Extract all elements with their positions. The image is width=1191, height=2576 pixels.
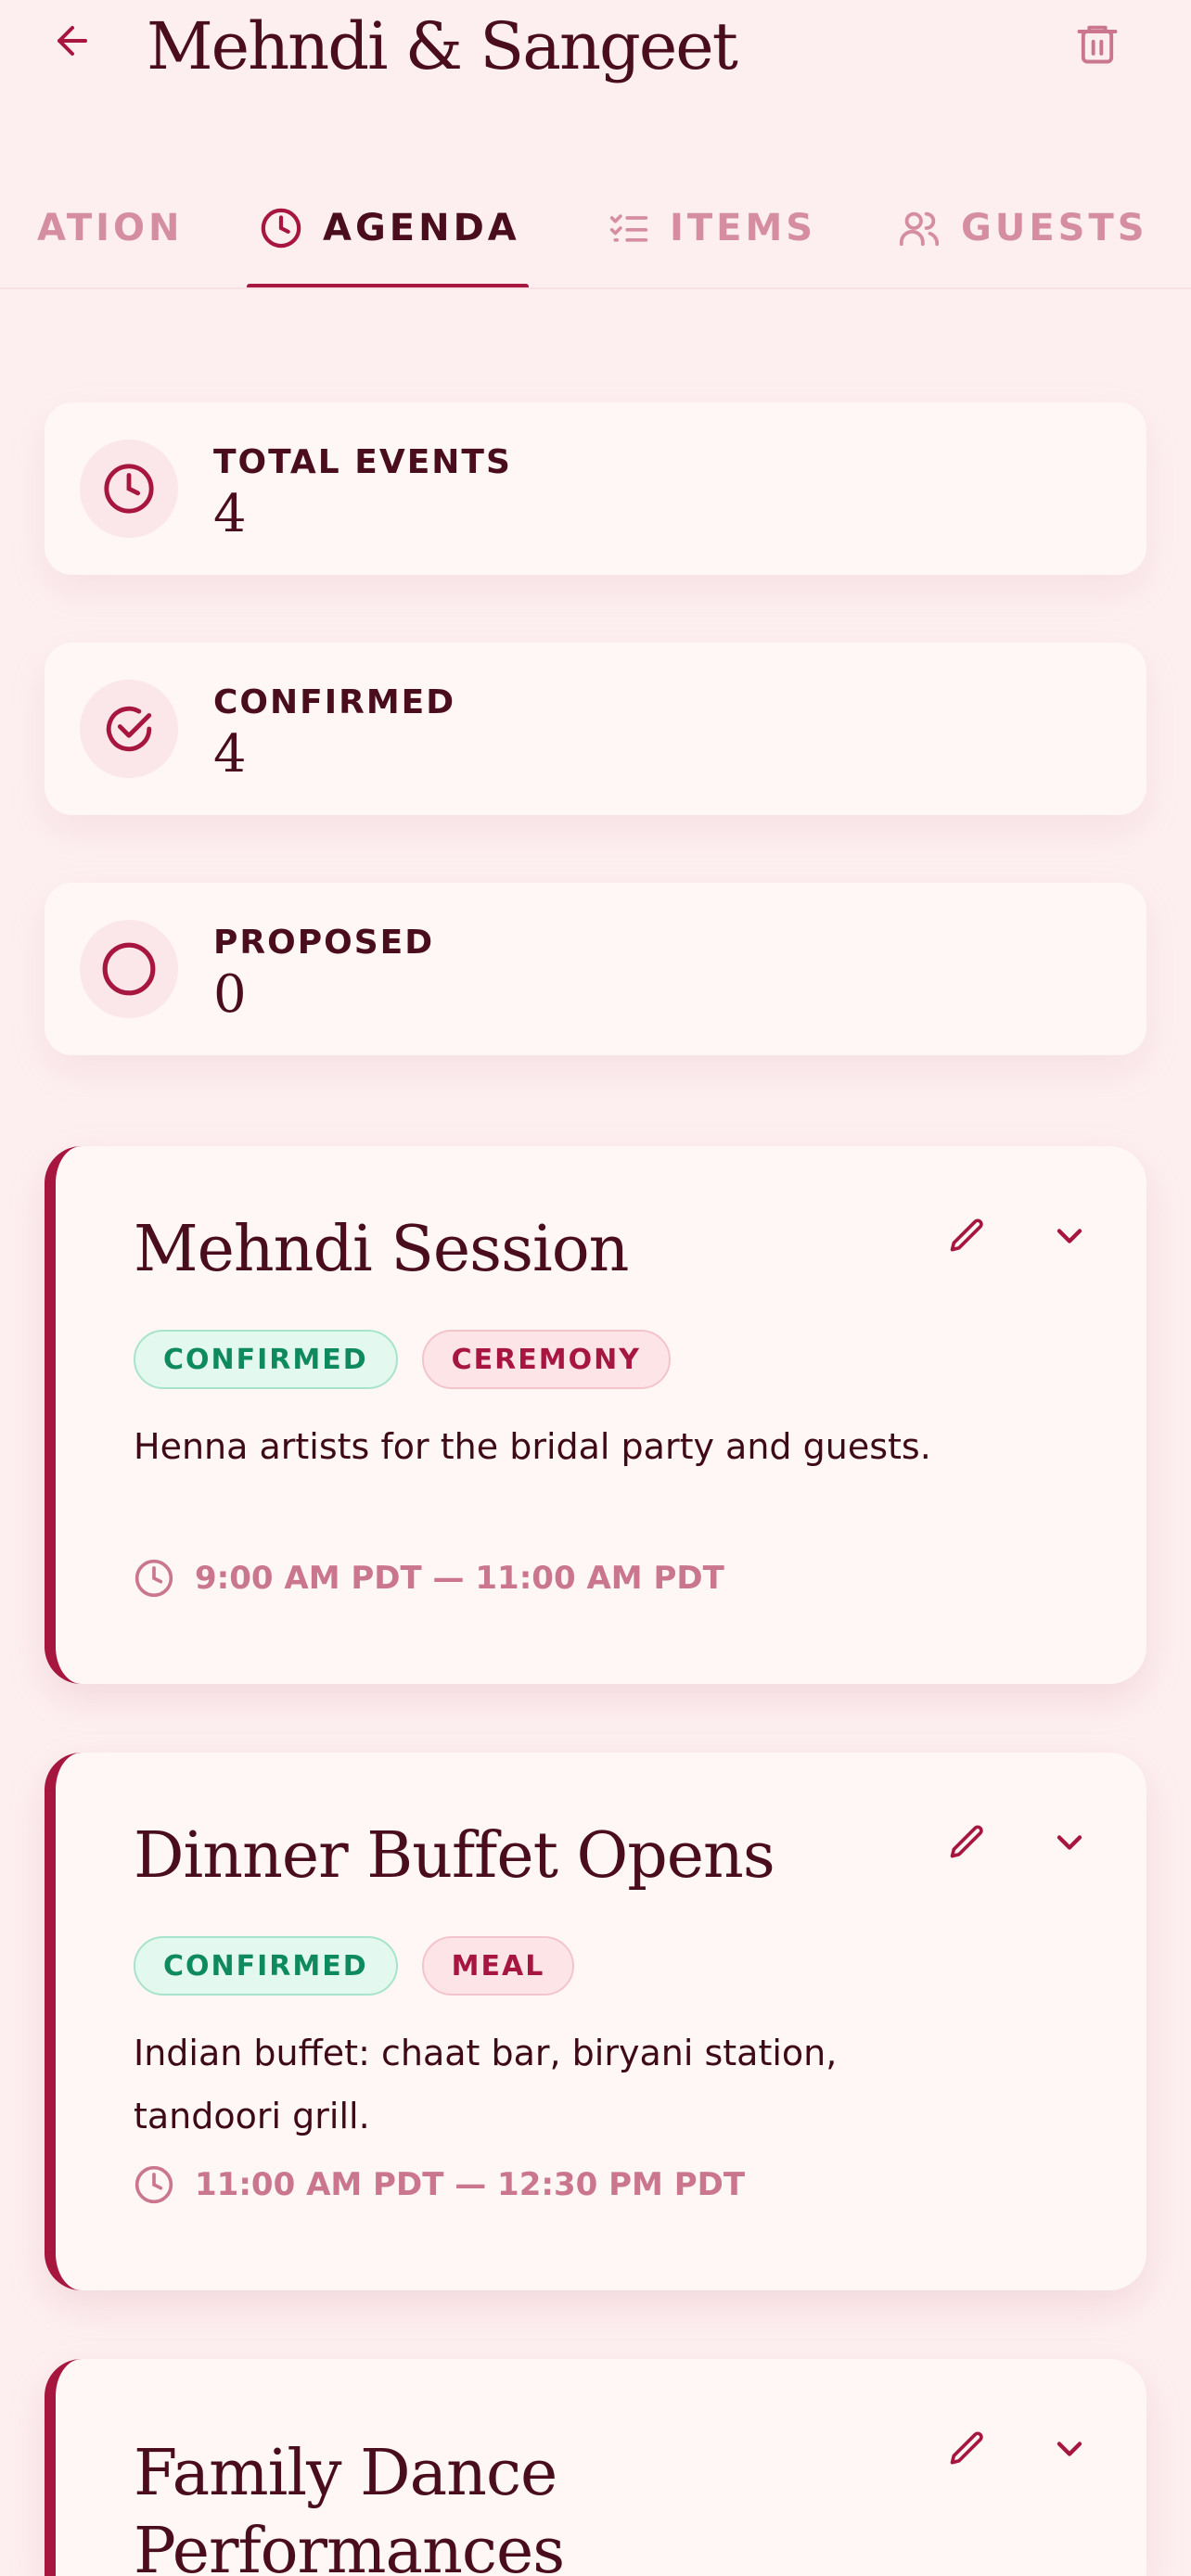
stat-value: 4: [213, 484, 247, 544]
users-icon: [899, 211, 940, 247]
event-card[interactable]: Dinner Buffet Opens CONFIRMED MEAL India…: [45, 1753, 1146, 2290]
tab-label: AGENDA: [323, 207, 520, 249]
trash-icon: [1077, 25, 1118, 64]
tab-label: ATION: [37, 207, 184, 249]
event-time-text: 9:00 AM PDT — 11:00 AM PDT: [195, 1560, 724, 1597]
expand-button[interactable]: [1037, 2417, 1102, 2481]
checklist-icon: [609, 214, 648, 242]
clock-icon: [104, 464, 154, 514]
event-title: Mehndi Session: [134, 1213, 629, 1286]
event-title: Family Dance Performances: [134, 2437, 565, 2576]
clock-icon: [261, 208, 301, 249]
arrow-left-icon: [58, 26, 87, 56]
tab-guests[interactable]: GUESTS: [898, 167, 1148, 287]
expand-button[interactable]: [1037, 1204, 1102, 1269]
tab-information[interactable]: ATION: [37, 167, 184, 287]
check-circle-icon: [106, 706, 152, 752]
event-title: Dinner Buffet Opens: [134, 1819, 775, 1893]
tab-bar: ATION AGENDA ITEMS GUESTS: [0, 167, 1191, 289]
pencil-icon: [950, 2431, 983, 2465]
event-badges: CONFIRMED MEAL: [134, 1936, 575, 1996]
status-badge: CONFIRMED: [134, 1936, 398, 1996]
event-time: 9:00 AM PDT — 11:00 AM PDT: [134, 1558, 724, 1599]
edit-button[interactable]: [935, 2417, 1000, 2481]
expand-button[interactable]: [1037, 1810, 1102, 1875]
event-time-text: 11:00 AM PDT — 12:30 PM PDT: [195, 2166, 746, 2203]
page-title: Mehndi & Sangeet: [147, 8, 738, 84]
clock-icon: [134, 2165, 173, 2204]
back-button[interactable]: [45, 13, 100, 69]
edit-button[interactable]: [935, 1204, 1000, 1269]
event-badges: CONFIRMED CEREMONY: [134, 1330, 671, 1389]
chevron-down-icon: [1057, 1229, 1082, 1243]
pencil-icon: [950, 1825, 983, 1858]
event-card[interactable]: Mehndi Session CONFIRMED CEREMONY Henna …: [45, 1146, 1146, 1684]
delete-button[interactable]: [1067, 13, 1128, 74]
stat-card-total-events: TOTAL EVENTS 4: [45, 402, 1146, 575]
type-badge: MEAL: [421, 1936, 575, 1996]
pencil-icon: [950, 1218, 983, 1252]
edit-button[interactable]: [935, 1810, 1000, 1875]
stat-label: CONFIRMED: [213, 683, 456, 721]
stat-value: 4: [213, 724, 247, 784]
app-header: Mehndi & Sangeet: [0, 0, 1191, 102]
type-badge: CEREMONY: [421, 1330, 671, 1389]
event-card[interactable]: Family Dance Performances: [45, 2359, 1146, 2576]
event-description: Henna artists for the bridal party and g…: [134, 1426, 931, 1467]
tab-items[interactable]: ITEMS: [608, 167, 817, 287]
chevron-down-icon: [1057, 1835, 1082, 1850]
tab-label: GUESTS: [961, 207, 1148, 249]
stat-icon-container: [80, 680, 178, 778]
chevron-down-icon: [1057, 2442, 1082, 2456]
clock-icon: [134, 1559, 173, 1598]
stat-card-proposed: PROPOSED 0: [45, 883, 1146, 1055]
tab-agenda[interactable]: AGENDA: [260, 167, 520, 287]
status-badge: CONFIRMED: [134, 1330, 398, 1389]
stat-value: 0: [213, 964, 247, 1025]
stat-icon-container: [80, 440, 178, 538]
event-time: 11:00 AM PDT — 12:30 PM PDT: [134, 2164, 745, 2205]
stat-icon-container: [80, 920, 178, 1018]
stat-card-confirmed: CONFIRMED 4: [45, 643, 1146, 815]
stat-label: PROPOSED: [213, 924, 435, 962]
event-description: Indian buffet: chaat bar, biryani statio…: [134, 2033, 838, 2136]
stat-label: TOTAL EVENTS: [213, 443, 512, 481]
active-tab-indicator: [247, 284, 529, 287]
tab-label: ITEMS: [670, 207, 817, 249]
circle-icon: [102, 942, 156, 996]
